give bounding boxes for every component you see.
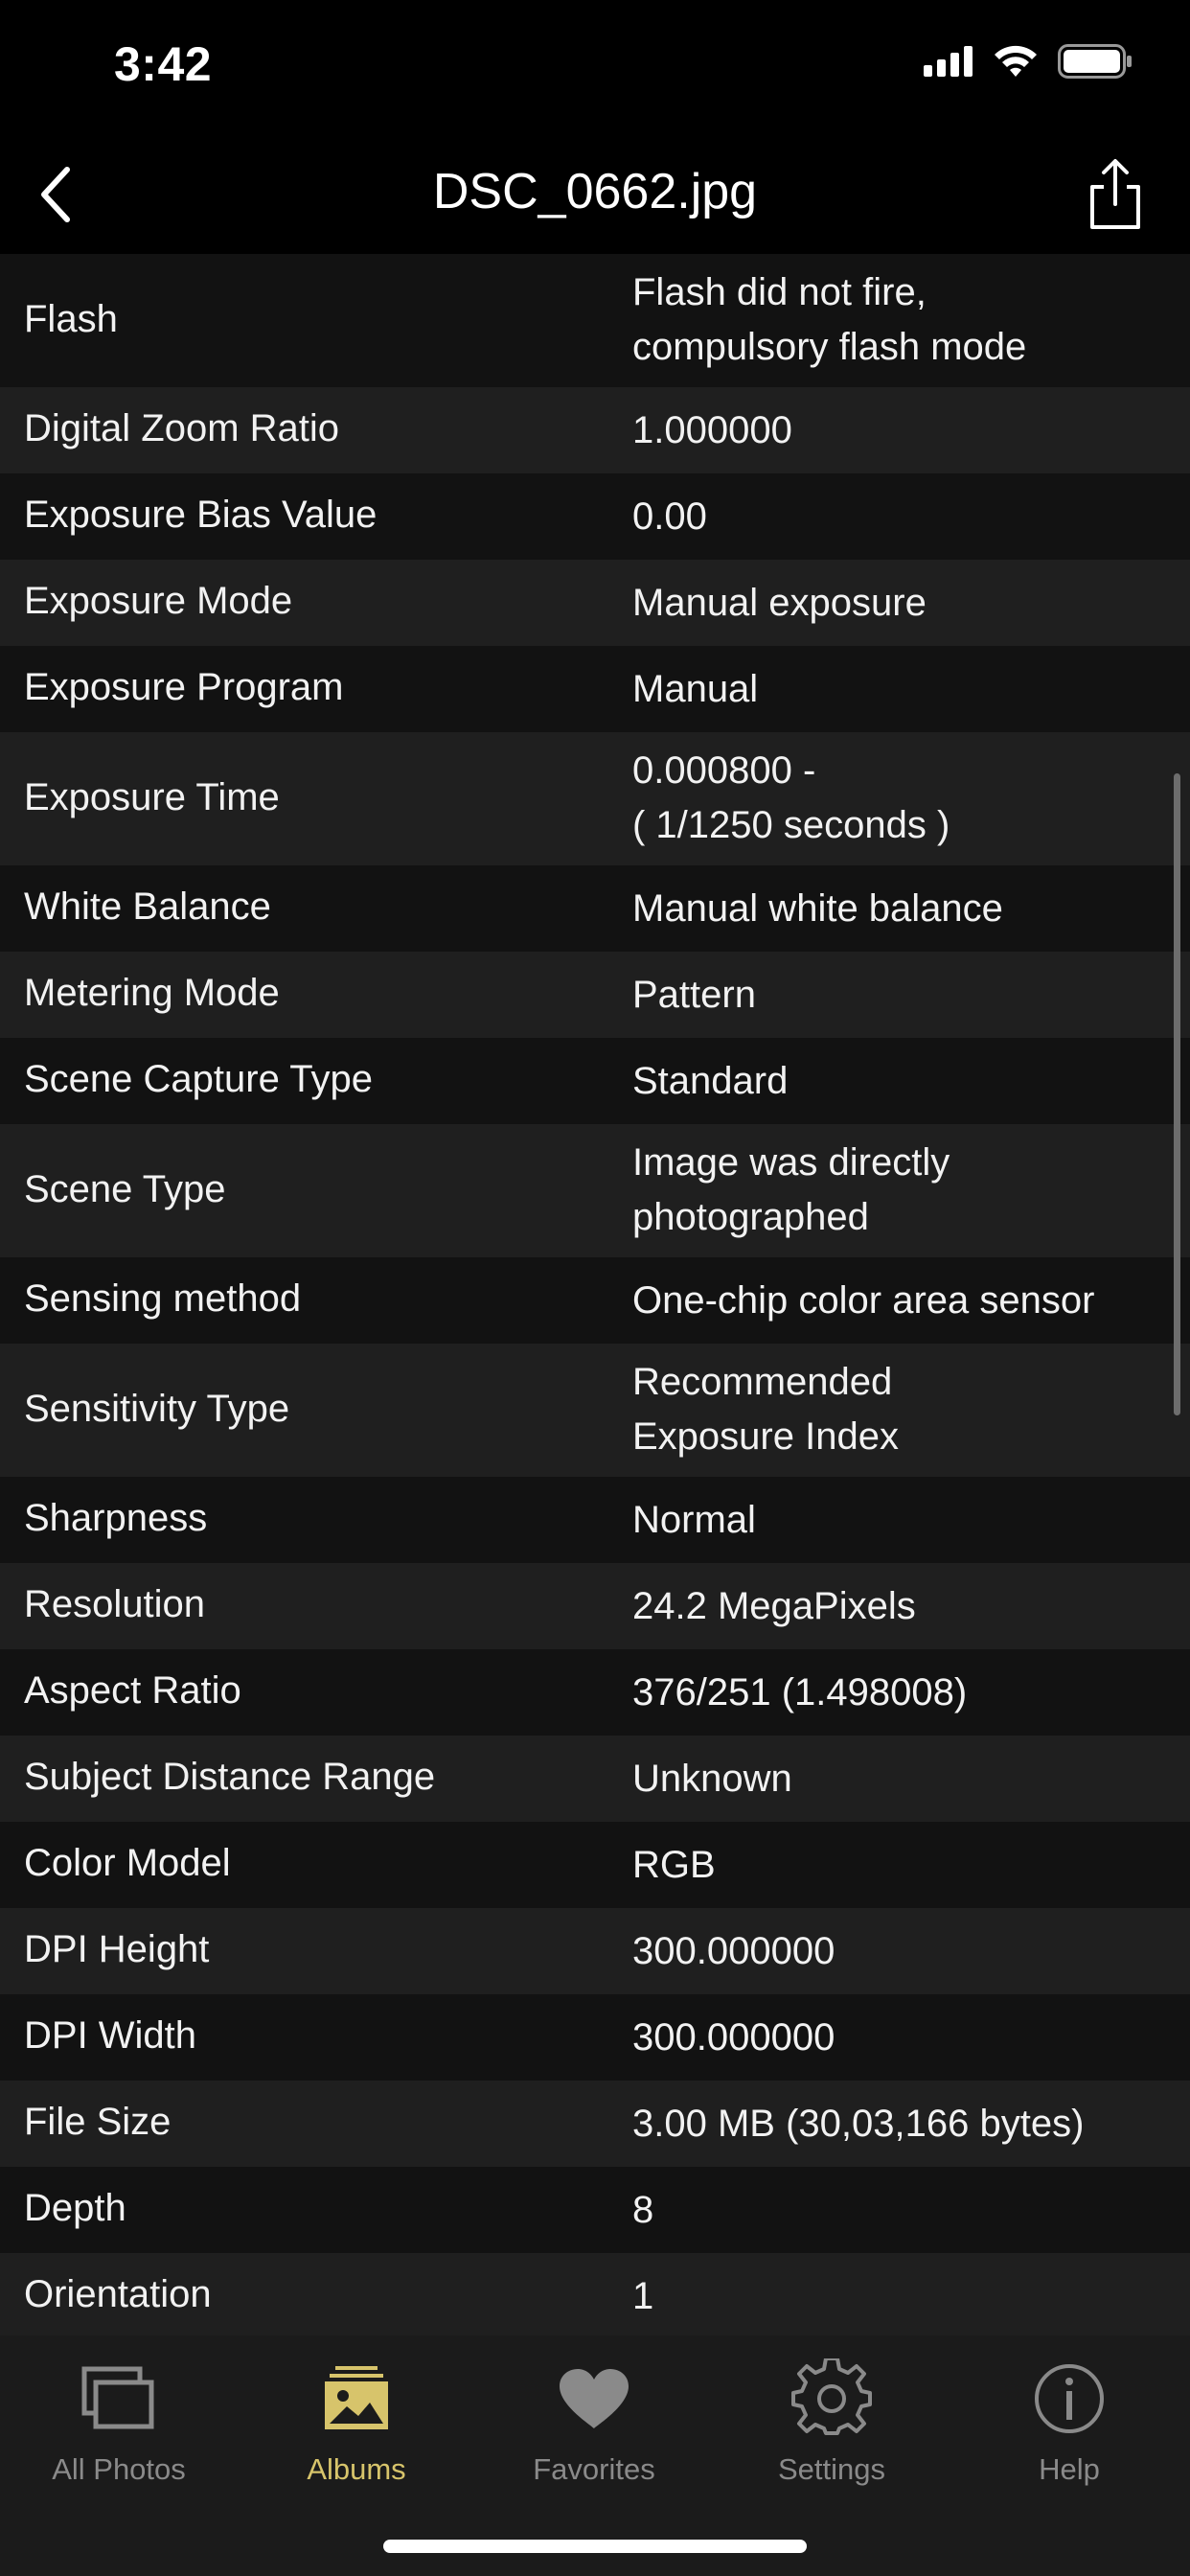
row-label: DPI Width [24, 2014, 197, 2057]
row-label: DPI Height [24, 1928, 210, 1970]
table-row: File Size 3.00 MB (30,03,166 bytes) [0, 2081, 1190, 2167]
row-value: 3.00 MB (30,03,166 bytes) [632, 2103, 1085, 2145]
gear-icon [791, 2358, 872, 2435]
tab-label: All Photos [52, 2452, 186, 2486]
row-label: Orientation [24, 2273, 212, 2315]
page-title: DSC_0662.jpg [432, 164, 758, 219]
row-value: 376/251 (1.498008) [632, 1671, 968, 1714]
row-label: Sharpness [24, 1497, 208, 1539]
metadata-list[interactable]: Flash Flash did not fire, compulsory flas… [0, 254, 1190, 2335]
home-indicator [383, 2540, 807, 2553]
table-row: Color Model RGB [0, 1822, 1190, 1908]
row-label: File Size [24, 2101, 172, 2143]
row-value: 300.000000 [632, 1930, 835, 1972]
row-value: One-chip color area sensor [632, 1279, 1095, 1322]
table-row: Exposure Program Manual [0, 646, 1190, 732]
row-label: Exposure Mode [24, 580, 293, 622]
row-value: Unknown [632, 1758, 792, 1800]
tab-label: Favorites [533, 2452, 655, 2486]
row-label: Sensitivity Type [24, 1387, 290, 1430]
table-row: Sensitivity Type Recommended Exposure Ind… [0, 1344, 1190, 1477]
row-value: Manual [632, 668, 759, 710]
row-label: Depth [24, 2187, 126, 2229]
table-row: Resolution 24.2 MegaPixels [0, 1563, 1190, 1649]
table-row: Exposure Bias Value 0.00 [0, 473, 1190, 560]
row-value: Flash did not fire, compulsory flash mod… [632, 271, 1027, 368]
heart-icon [560, 2369, 629, 2428]
row-label: White Balance [24, 886, 271, 928]
tab-label: Help [1039, 2452, 1100, 2486]
table-row: Sensing method One-chip color area sensor [0, 1257, 1190, 1344]
status-bar: 3:42 [0, 0, 1190, 134]
row-label: Resolution [24, 1583, 206, 1625]
tab-label: Albums [307, 2452, 406, 2486]
share-button[interactable] [1079, 151, 1152, 238]
tab-favorites[interactable]: Favorites [475, 2355, 713, 2518]
row-value: Recommended Exposure Index [632, 1361, 899, 1458]
row-label: Scene Type [24, 1167, 226, 1210]
table-row: Orientation 1 [0, 2253, 1190, 2335]
row-value: Manual white balance [632, 887, 1003, 930]
row-value: Normal [632, 1499, 756, 1541]
row-value: 1 [632, 2275, 654, 2317]
row-label: Scene Capture Type [24, 1058, 373, 1100]
tab-all-photos[interactable]: All Photos [0, 2355, 238, 2518]
photos-stack-icon [81, 2366, 154, 2429]
tab-label: Settings [777, 2452, 885, 2486]
row-label: Color Model [24, 1842, 231, 1884]
album-image-icon [325, 2366, 388, 2429]
table-row: Digital Zoom Ratio 1.000000 [0, 387, 1190, 473]
tab-albums[interactable]: Albums [238, 2355, 475, 2518]
status-icons [924, 44, 1133, 79]
table-row: Metering Mode Pattern [0, 952, 1190, 1038]
wifi-icon [995, 45, 1037, 77]
table-row: Flash Flash did not fire, compulsory flas… [0, 254, 1190, 387]
cellular-signal-icon [924, 46, 973, 77]
row-label: Exposure Program [24, 666, 344, 708]
row-value: 300.000000 [632, 2016, 835, 2058]
row-value: Image was directly photographed [632, 1141, 950, 1238]
scrollbar[interactable] [1174, 773, 1180, 1415]
row-label: Sensing method [24, 1277, 302, 1320]
table-row: Exposure Time 0.000800 - ( 1/1250 seconds… [0, 732, 1190, 865]
navigation-bar: DSC_0662.jpg [0, 134, 1190, 254]
table-row: Aspect Ratio 376/251 (1.498008) [0, 1649, 1190, 1736]
row-label: Digital Zoom Ratio [24, 407, 340, 449]
row-value: 8 [632, 2189, 654, 2231]
share-icon [1090, 159, 1140, 229]
row-label: Subject Distance Range [24, 1756, 436, 1798]
row-label: Flash [24, 297, 118, 340]
row-value: Manual exposure [632, 582, 927, 624]
table-row: Subject Distance Range Unknown [0, 1736, 1190, 1822]
table-row: Sharpness Normal [0, 1477, 1190, 1563]
table-row: DPI Width 300.000000 [0, 1994, 1190, 2081]
row-value: 0.000800 - ( 1/1250 seconds ) [632, 749, 950, 846]
row-label: Exposure Time [24, 775, 280, 818]
row-label: Metering Mode [24, 972, 280, 1014]
info-icon [1035, 2364, 1104, 2433]
table-row: Exposure Mode Manual exposure [0, 560, 1190, 646]
row-value: RGB [632, 1844, 716, 1886]
row-value: Pattern [632, 974, 756, 1016]
row-value: Standard [632, 1060, 789, 1102]
tab-help[interactable]: Help [950, 2355, 1188, 2518]
status-time: 3:42 [114, 37, 213, 91]
tab-settings[interactable]: Settings [713, 2355, 950, 2518]
battery-icon [1058, 44, 1132, 79]
row-label: Exposure Bias Value [24, 494, 378, 536]
table-row: Scene Capture Type Standard [0, 1038, 1190, 1124]
table-row: DPI Height 300.000000 [0, 1908, 1190, 1994]
table-row: Depth 8 [0, 2167, 1190, 2253]
row-label: Aspect Ratio [24, 1669, 241, 1712]
row-value: 1.000000 [632, 409, 792, 451]
row-value: 24.2 MegaPixels [632, 1585, 916, 1627]
table-row: Scene Type Image was directly photographe… [0, 1124, 1190, 1257]
row-value: 0.00 [632, 495, 707, 538]
table-row: White Balance Manual white balance [0, 865, 1190, 952]
